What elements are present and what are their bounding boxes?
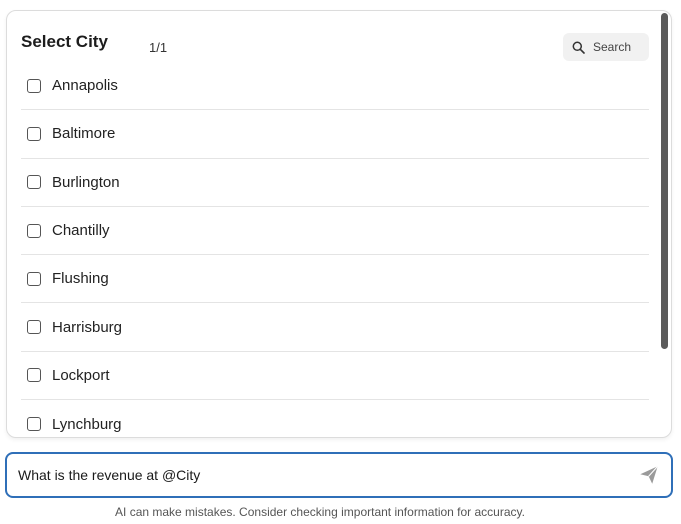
checkbox[interactable] xyxy=(27,368,41,383)
checkbox[interactable] xyxy=(27,223,41,238)
search-button-label: Search xyxy=(593,40,632,54)
list-item[interactable]: Annapolis xyxy=(21,62,649,111)
list-item-label: Flushing xyxy=(52,270,109,288)
search-button[interactable]: Search xyxy=(563,33,649,61)
list-item-label: Lynchburg xyxy=(52,415,122,433)
list-item[interactable]: Harrisburg xyxy=(21,303,649,352)
page-count: 1/1 xyxy=(149,40,168,55)
list-item-label: Burlington xyxy=(52,173,120,191)
chat-input[interactable] xyxy=(18,454,618,496)
list-item[interactable]: Chantilly xyxy=(21,207,649,256)
send-icon xyxy=(640,465,659,484)
list-item[interactable]: Lockport xyxy=(21,352,649,401)
checkbox[interactable] xyxy=(27,78,41,93)
scrollbar[interactable] xyxy=(660,13,668,435)
list-item[interactable]: Burlington xyxy=(21,159,649,207)
list-item-label: Lockport xyxy=(52,366,110,384)
list-item-label: Annapolis xyxy=(52,77,118,95)
checkbox[interactable] xyxy=(27,271,41,286)
send-button[interactable] xyxy=(635,462,663,488)
list-item-label: Baltimore xyxy=(52,125,116,143)
city-list: Annapolis Baltimore Burlington Chantilly… xyxy=(21,62,649,437)
list-item-label: Chantilly xyxy=(52,222,110,240)
panel-title: Select City xyxy=(21,32,108,51)
list-item[interactable]: Baltimore xyxy=(21,110,649,159)
checkbox[interactable] xyxy=(27,417,41,432)
disclaimer-text: AI can make mistakes. Consider checking … xyxy=(115,505,525,519)
city-selector-panel: Select City 1/1 Search Annapolis Baltimo… xyxy=(6,10,672,438)
checkbox[interactable] xyxy=(27,175,41,190)
checkbox[interactable] xyxy=(27,126,41,141)
scrollbar-thumb[interactable] xyxy=(661,13,668,349)
checkbox[interactable] xyxy=(27,320,41,335)
list-item[interactable]: Flushing xyxy=(21,255,649,304)
list-item-label: Harrisburg xyxy=(52,318,123,336)
chat-input-container xyxy=(5,452,673,498)
list-item[interactable]: Lynchburg xyxy=(21,400,649,437)
search-icon xyxy=(572,41,585,54)
